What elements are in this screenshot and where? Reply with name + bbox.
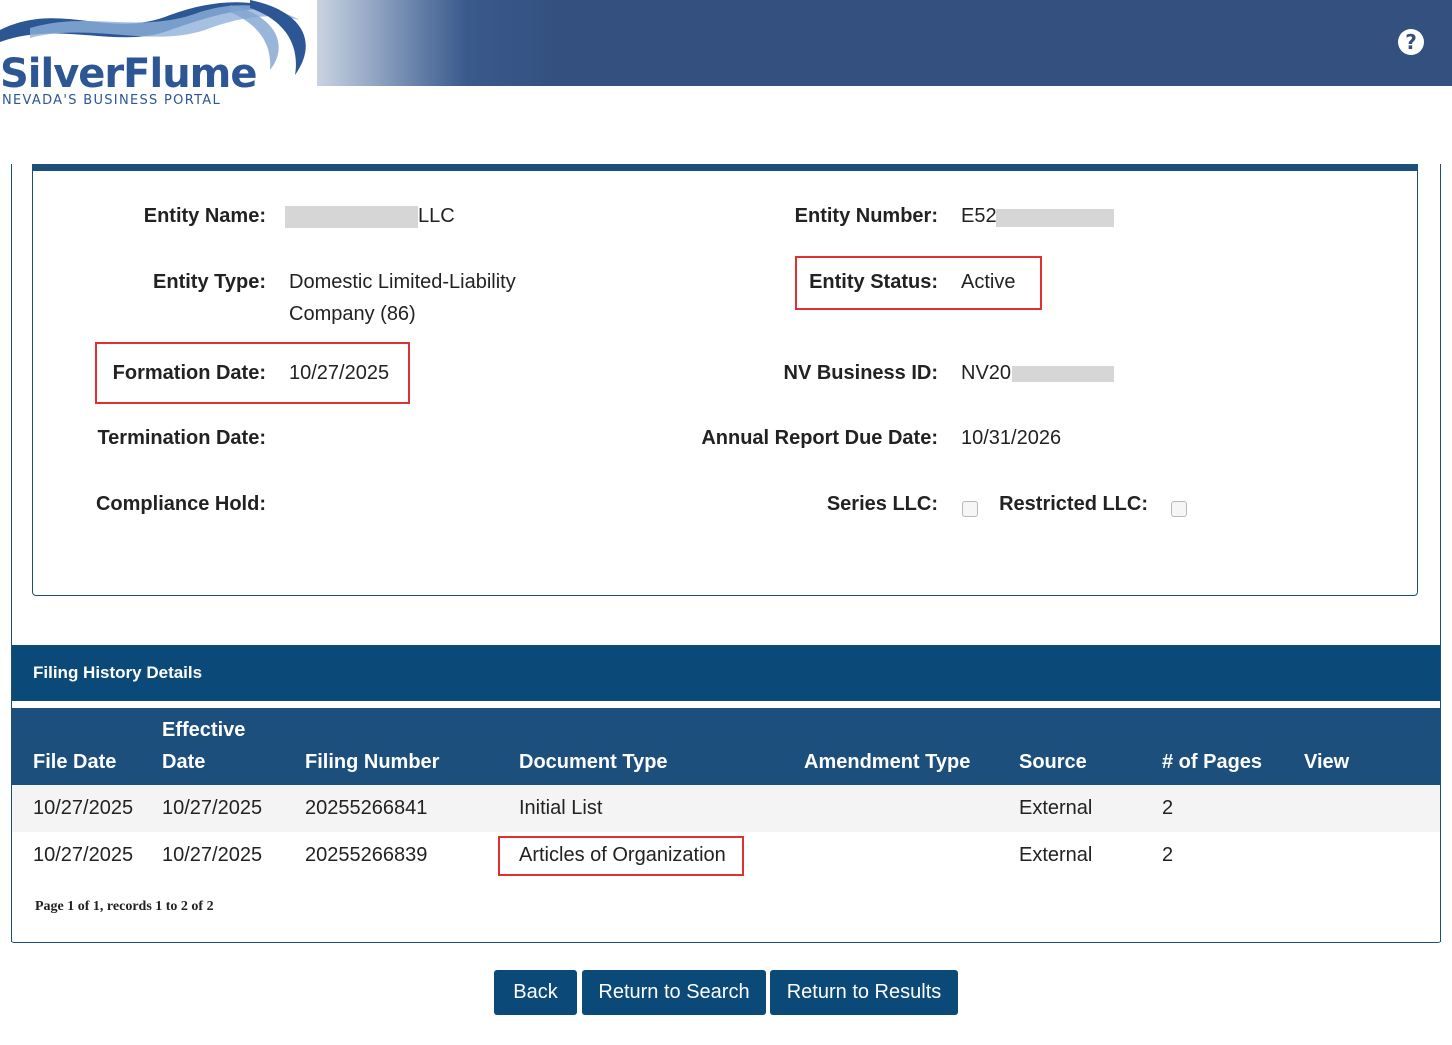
restricted-llc-label: Restricted LLC: (999, 493, 1148, 515)
filing-history-title: Filing History Details (33, 663, 203, 682)
cell-effective-date: 10/27/2025 (162, 844, 263, 866)
redacted-business-id (1012, 366, 1114, 382)
entity-type-label: Entity Type: (153, 271, 266, 293)
table-row[interactable]: 10/27/2025 10/27/2025 20255266841 Initia… (12, 785, 1440, 833)
nv-business-id-label: NV Business ID: (783, 362, 938, 384)
cell-document-type: Initial List (519, 797, 603, 819)
outer-frame-right (1440, 164, 1441, 942)
cell-filing-number: 20255266841 (305, 797, 428, 819)
page-header: SilverFlume NEVADA'S BUSINESS PORTAL ? (0, 0, 1452, 120)
termination-date-label: Termination Date: (97, 427, 266, 449)
cell-effective-date: 10/27/2025 (162, 797, 263, 819)
document-type-highlight-box (498, 836, 744, 876)
cell-filing-number: 20255266839 (305, 844, 428, 866)
col-source[interactable]: Source (1019, 746, 1087, 778)
col-amendment-type[interactable]: Amendment Type (804, 746, 970, 778)
entity-type-value-line2: Company (86) (289, 303, 416, 325)
return-to-search-button[interactable]: Return to Search (582, 970, 766, 1015)
series-llc-checkbox[interactable] (962, 501, 978, 517)
silverflume-logo[interactable]: SilverFlume NEVADA'S BUSINESS PORTAL (0, 0, 317, 120)
col-file-date[interactable]: File Date (33, 746, 116, 778)
logo-subtitle: NEVADA'S BUSINESS PORTAL (2, 93, 222, 108)
col-effective-date-line2[interactable]: Date (162, 746, 205, 778)
cell-file-date: 10/27/2025 (33, 844, 134, 866)
help-icon[interactable]: ? (1398, 29, 1424, 55)
formation-date-value: 10/27/2025 (289, 362, 390, 384)
cell-source: External (1019, 797, 1093, 819)
entity-number-value: E52 (961, 205, 997, 227)
annual-report-label: Annual Report Due Date: (701, 427, 938, 449)
col-effective-date-line1[interactable]: Effective (162, 714, 245, 746)
annual-report-value: 10/31/2026 (961, 427, 1062, 449)
filing-table-header: File Date Effective Date Filing Number D… (12, 708, 1440, 785)
restricted-llc-checkbox[interactable] (1171, 501, 1187, 517)
series-llc-label: Series LLC: (826, 493, 938, 515)
entity-type-value-line1: Domestic Limited-Liability (289, 271, 516, 293)
return-to-results-button[interactable]: Return to Results (770, 970, 958, 1015)
col-filing-number[interactable]: Filing Number (305, 746, 439, 778)
outer-frame-bottom (11, 940, 1441, 943)
cell-file-date: 10/27/2025 (33, 797, 134, 819)
entity-status-value: Active (961, 271, 1016, 293)
entity-name-suffix: LLC (418, 205, 455, 227)
col-view[interactable]: View (1304, 746, 1349, 778)
compliance-hold-label: Compliance Hold: (95, 493, 266, 515)
cell-source: External (1019, 844, 1093, 866)
entity-name-label: Entity Name: (143, 205, 266, 227)
col-pages[interactable]: # of Pages (1162, 746, 1262, 778)
formation-date-label: Formation Date: (112, 362, 266, 384)
filing-history-header: Filing History Details (12, 645, 1440, 701)
redacted-entity-name (285, 206, 418, 228)
nv-business-id-value: NV20 (961, 362, 1012, 384)
pagination-info: Page 1 of 1, records 1 to 2 of 2 (35, 899, 214, 914)
entity-number-label: Entity Number: (794, 205, 938, 227)
cell-pages: 2 (1162, 844, 1174, 866)
col-document-type[interactable]: Document Type (519, 746, 668, 778)
header-bar (317, 0, 1452, 86)
cell-pages: 2 (1162, 797, 1174, 819)
back-button[interactable]: Back (494, 970, 577, 1015)
redacted-entity-number (996, 209, 1114, 227)
entity-status-label: Entity Status: (809, 271, 938, 293)
